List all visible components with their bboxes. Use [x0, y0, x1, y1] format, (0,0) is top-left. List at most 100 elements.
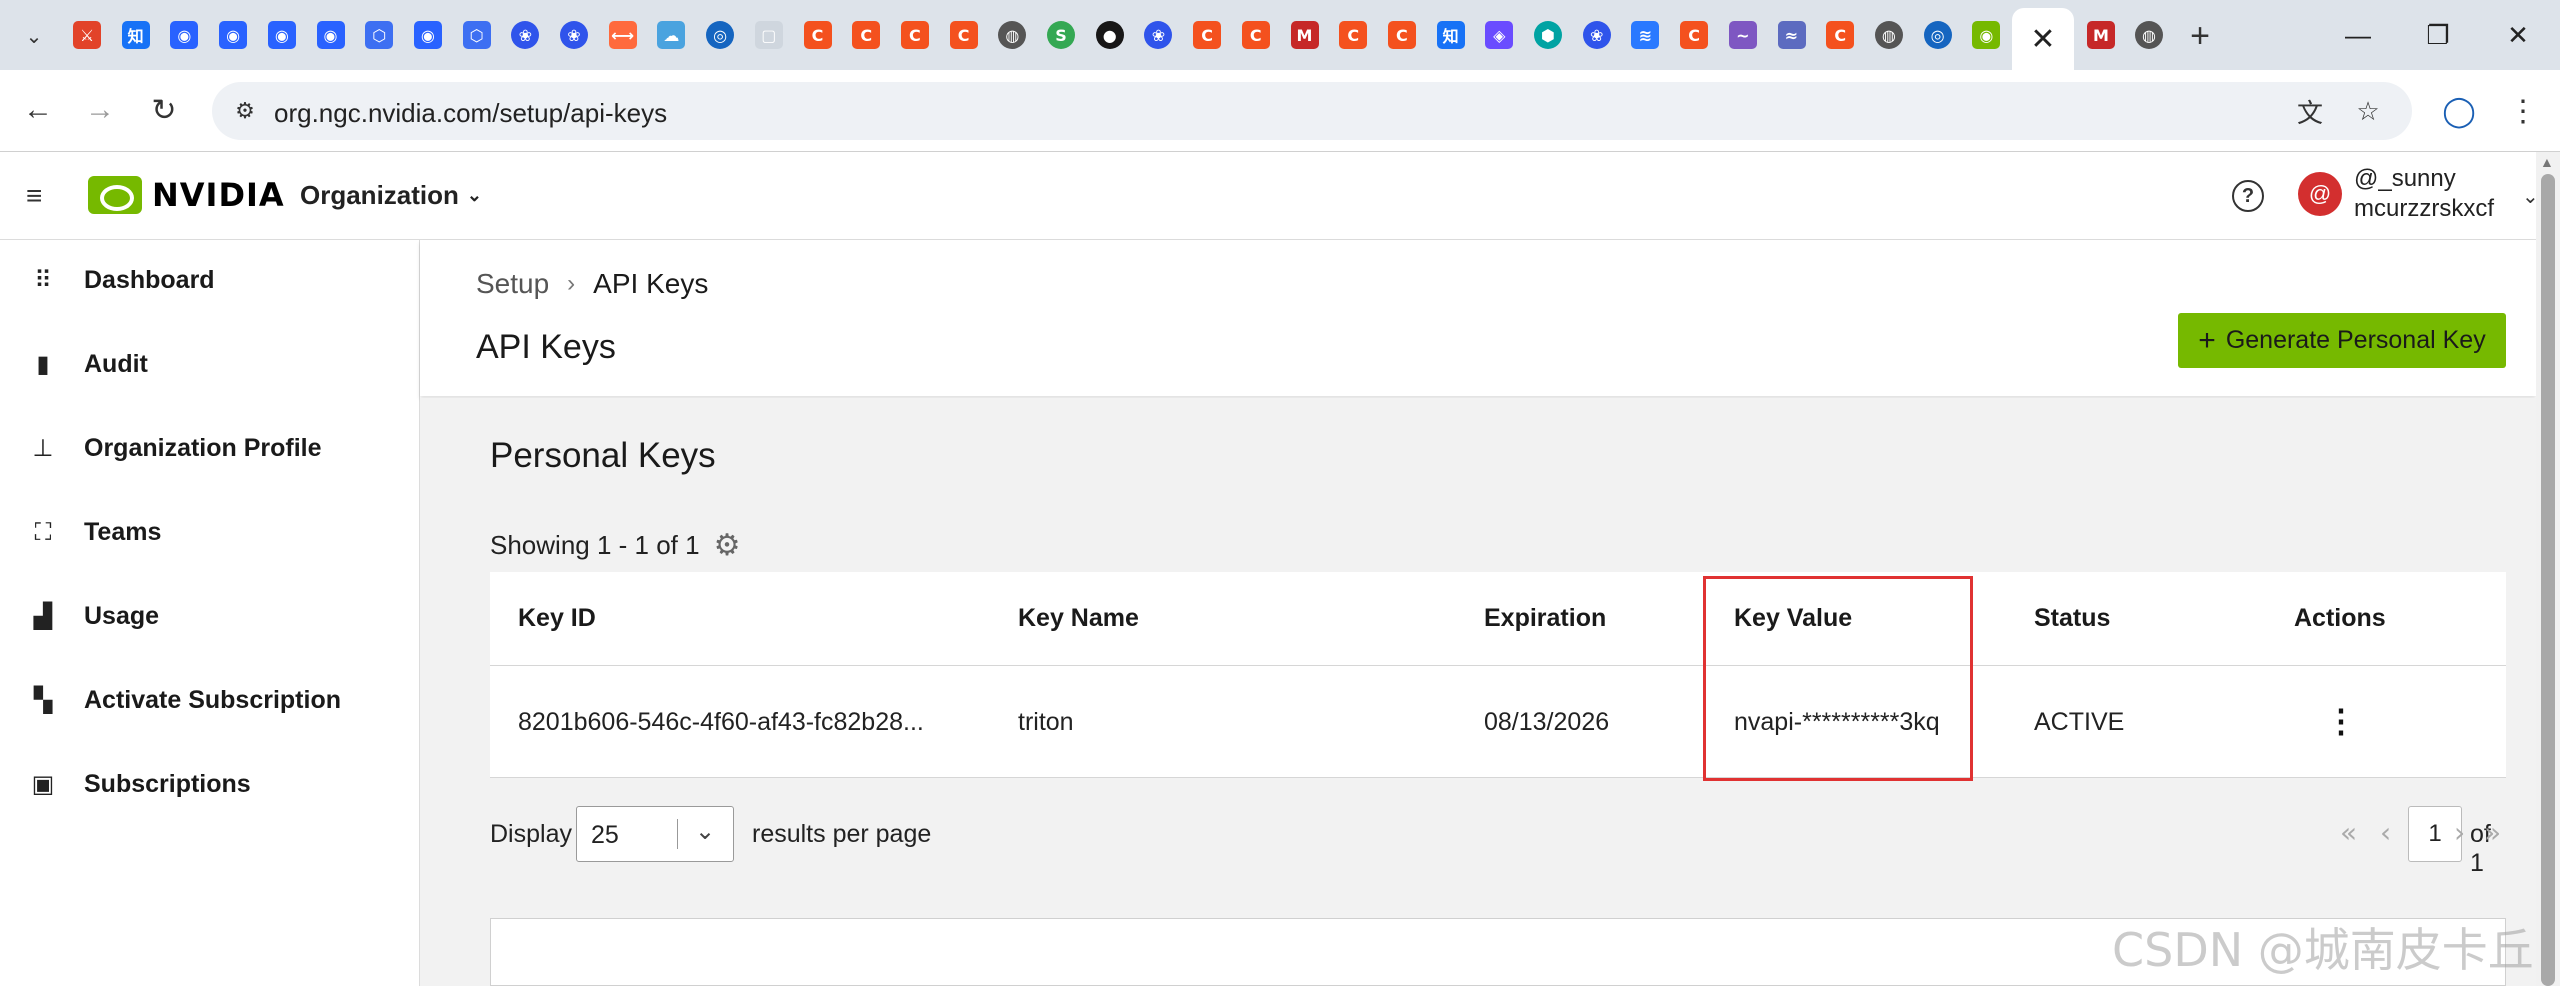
sidebar-item-dashboard[interactable]: ⠿ Dashboard — [0, 250, 420, 310]
back-button[interactable]: ← — [14, 86, 62, 134]
breadcrumb-setup-link[interactable]: Setup — [476, 268, 549, 300]
sidebar-item-label: Activate Subscription — [84, 685, 341, 714]
avatar[interactable]: @ — [2298, 172, 2342, 216]
sidebar-item-usage[interactable]: ▟ Usage — [0, 586, 420, 646]
sidebar-item-subscriptions[interactable]: ▣ Subscriptions — [0, 754, 420, 814]
new-tab-button[interactable]: + — [2180, 16, 2220, 56]
browser-tab[interactable]: ◉ — [212, 14, 254, 56]
url-text[interactable]: org.ngc.nvidia.com/setup/api-keys — [274, 98, 667, 129]
browser-tab[interactable]: ⬢ — [1527, 14, 1569, 56]
browser-menu-icon[interactable]: ⋮ — [2500, 88, 2546, 134]
browser-tab[interactable]: C — [894, 14, 936, 56]
forward-button[interactable]: → — [76, 86, 124, 134]
sidebar-item-teams[interactable]: ⛶ Teams — [0, 502, 420, 562]
column-header-status[interactable]: Status — [2034, 604, 2110, 633]
tab-favicon-icon: ● — [1095, 21, 1124, 49]
active-tab[interactable]: ✕ — [2012, 8, 2074, 70]
browser-tab[interactable]: ◉ — [1965, 14, 2007, 56]
browser-tab[interactable]: ◉ — [163, 14, 205, 56]
tab-favicon-icon: ◉ — [219, 21, 248, 49]
page-scrollbar[interactable]: ▲ — [2536, 152, 2560, 986]
browser-tab[interactable]: ❀ — [1576, 14, 1618, 56]
restore-window-button[interactable]: ❐ — [2408, 12, 2468, 58]
browser-tab[interactable]: C — [1186, 14, 1228, 56]
organization-menu[interactable]: Organization ⌄ — [300, 180, 482, 211]
browser-tab[interactable]: C — [845, 14, 887, 56]
first-page-icon[interactable]: « — [2340, 816, 2357, 849]
expiration-cell: 08/13/2026 — [1484, 708, 1610, 736]
browser-tab[interactable]: ◍ — [1868, 14, 1910, 56]
translate-icon[interactable]: 文 — [2290, 94, 2330, 128]
user-menu[interactable]: @_sunny mcurzzrskxcf — [2354, 164, 2494, 224]
browser-tab[interactable]: C — [1673, 14, 1715, 56]
nvidia-eye-icon — [88, 176, 142, 214]
next-page-icon[interactable]: › — [2454, 816, 2465, 849]
browser-tab[interactable]: S — [1040, 14, 1082, 56]
browser-tab[interactable]: C — [1332, 14, 1374, 56]
browser-tab[interactable]: M — [1284, 14, 1326, 56]
profile-icon[interactable]: ◯ — [2436, 88, 2482, 134]
close-tab-icon[interactable]: ✕ — [2030, 22, 2055, 57]
tab-favicon-icon: C — [949, 21, 978, 49]
browser-tab[interactable]: ▢ — [748, 14, 790, 56]
browser-tab[interactable]: ◍ — [991, 14, 1033, 56]
browser-tab[interactable]: ◎ — [1917, 14, 1959, 56]
browser-tab[interactable]: ⬡ — [358, 14, 400, 56]
browser-tab[interactable]: ● — [1089, 14, 1131, 56]
browser-tab[interactable]: ◍ — [2128, 14, 2170, 56]
browser-tab[interactable]: ❀ — [1137, 14, 1179, 56]
browser-tab[interactable]: 知 — [115, 14, 157, 56]
scroll-up-icon[interactable]: ▲ — [2540, 154, 2554, 170]
browser-tab[interactable]: ⟷ — [602, 14, 644, 56]
results-per-page-select[interactable]: 25 ⌄ — [576, 806, 734, 862]
nvidia-logo[interactable]: NVIDIA — [88, 176, 285, 214]
sidebar-item-audit[interactable]: ▮ Audit — [0, 334, 420, 394]
browser-tab[interactable]: ❀ — [504, 14, 546, 56]
hamburger-menu-icon[interactable]: ≡ — [26, 180, 42, 212]
table-settings-gear-icon[interactable]: ⚙ — [714, 528, 741, 563]
browser-tab[interactable]: ⚔ — [66, 14, 108, 56]
column-header-key-id[interactable]: Key ID — [518, 604, 596, 633]
browser-tab[interactable]: ❀ — [553, 14, 595, 56]
minimize-window-button[interactable]: — — [2328, 12, 2388, 58]
browser-tab[interactable]: ◎ — [699, 14, 741, 56]
browser-tab[interactable]: ≋ — [1624, 14, 1666, 56]
reload-button[interactable]: ↻ — [140, 86, 188, 134]
scrollbar-thumb[interactable] — [2541, 174, 2555, 986]
sidebar-item-label: Teams — [84, 517, 162, 546]
browser-tab[interactable]: ≈ — [1771, 14, 1813, 56]
browser-tab[interactable]: M — [2080, 14, 2122, 56]
row-actions-kebab-icon[interactable]: ⋮ — [2325, 702, 2357, 740]
browser-tab[interactable]: ~ — [1722, 14, 1764, 56]
bookmark-star-icon[interactable]: ☆ — [2348, 94, 2388, 128]
browser-tab[interactable]: ◉ — [261, 14, 303, 56]
browser-tab[interactable]: ◈ — [1478, 14, 1520, 56]
sidebar-item-activate-subscription[interactable]: ▚ Activate Subscription — [0, 670, 420, 730]
generate-personal-key-button[interactable]: + Generate Personal Key — [2178, 313, 2506, 368]
browser-tab[interactable]: ◉ — [310, 14, 352, 56]
tab-favicon-icon: C — [1387, 21, 1416, 49]
tab-favicon-icon: ❀ — [560, 21, 588, 49]
column-header-key-name[interactable]: Key Name — [1018, 604, 1139, 633]
address-bar[interactable]: ⚙ org.ngc.nvidia.com/setup/api-keys 文 ☆ — [212, 82, 2412, 140]
previous-page-icon[interactable]: ‹ — [2380, 816, 2391, 849]
browser-tab[interactable]: C — [943, 14, 985, 56]
column-header-expiration[interactable]: Expiration — [1484, 604, 1606, 633]
browser-tab[interactable]: 知 — [1430, 14, 1472, 56]
browser-tab[interactable]: ◉ — [407, 14, 449, 56]
close-window-button[interactable]: ✕ — [2488, 12, 2548, 58]
browser-tab[interactable]: C — [797, 14, 839, 56]
tab-search-button[interactable]: ⌄ — [14, 16, 54, 56]
site-info-icon[interactable]: ⚙ — [228, 94, 262, 128]
sidebar-item-organization-profile[interactable]: ⊥ Organization Profile — [0, 418, 420, 478]
help-icon[interactable]: ? — [2232, 180, 2264, 212]
clipboard-icon: ▮ — [36, 350, 50, 378]
browser-tab[interactable]: C — [1235, 14, 1277, 56]
browser-tab[interactable]: C — [1819, 14, 1861, 56]
browser-tab[interactable]: C — [1381, 14, 1423, 56]
browser-tab[interactable]: ☁ — [650, 14, 692, 56]
tab-favicon-icon: C — [1193, 21, 1222, 49]
browser-tab[interactable]: ⬡ — [456, 14, 498, 56]
user-org: mcurzzrskxcf — [2354, 195, 2494, 222]
last-page-icon[interactable]: » — [2484, 816, 2501, 849]
